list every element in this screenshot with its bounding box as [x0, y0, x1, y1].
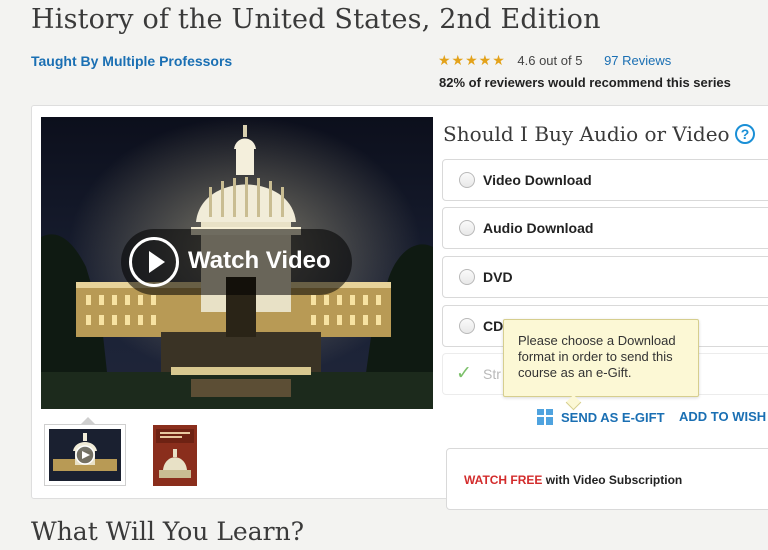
- option-video-download[interactable]: Video Download: [442, 159, 768, 201]
- radio-icon[interactable]: [459, 269, 475, 285]
- capitol-thumbnail-image: [49, 429, 121, 481]
- send-egift-link[interactable]: SEND AS E-GIFT: [537, 409, 665, 425]
- video-thumbnail[interactable]: [44, 424, 126, 486]
- radio-icon[interactable]: [459, 172, 475, 188]
- option-dvd[interactable]: DVD: [442, 256, 768, 298]
- gift-icon: [537, 409, 553, 425]
- help-question-icon[interactable]: ?: [735, 124, 755, 144]
- radio-icon[interactable]: [459, 220, 475, 236]
- checkmark-icon: ✓: [456, 363, 472, 384]
- watch-free-link[interactable]: WATCH FREE with Video Subscription: [464, 473, 682, 487]
- option-label: Str: [483, 366, 501, 382]
- professors-link[interactable]: Taught By Multiple Professors: [31, 53, 232, 69]
- radio-icon[interactable]: [459, 318, 475, 334]
- option-label: CD: [483, 318, 504, 334]
- rating-stars-icon: ★★★★★: [438, 52, 506, 68]
- dvd-cover-image: [153, 425, 197, 486]
- dvd-cover-thumbnail[interactable]: [153, 425, 197, 486]
- send-egift-label: SEND AS E-GIFT: [561, 410, 665, 425]
- tooltip-text: Please choose a Download format in order…: [518, 333, 676, 380]
- reviews-link[interactable]: 97 Reviews: [604, 53, 671, 68]
- play-icon: [129, 237, 179, 287]
- recommend-text: 82% of reviewers would recommend this se…: [439, 75, 731, 90]
- option-label: Audio Download: [483, 220, 594, 236]
- egift-tooltip: Please choose a Download format in order…: [503, 319, 699, 411]
- subscription-box: WATCH FREE with Video Subscription: [446, 448, 768, 510]
- watch-free-label: WATCH FREE: [464, 473, 543, 487]
- option-label: DVD: [483, 269, 513, 285]
- section-heading: What Will You Learn?: [31, 517, 305, 546]
- rating-summary: ★★★★★ 4.6 out of 5 97 Reviews: [438, 52, 671, 69]
- course-title: History of the United States, 2nd Editio…: [31, 4, 601, 35]
- option-label: Video Download: [483, 172, 592, 188]
- watch-video-button[interactable]: Watch Video: [121, 229, 352, 295]
- buy-format-heading: Should I Buy Audio or Video: [443, 122, 730, 146]
- option-audio-download[interactable]: Audio Download: [442, 207, 768, 249]
- subscription-label: with Video Subscription: [542, 473, 683, 487]
- add-to-wishlist-link[interactable]: ADD TO WISH: [679, 409, 766, 424]
- rating-score: 4.6 out of 5: [517, 53, 583, 68]
- watch-video-label: Watch Video: [188, 247, 331, 274]
